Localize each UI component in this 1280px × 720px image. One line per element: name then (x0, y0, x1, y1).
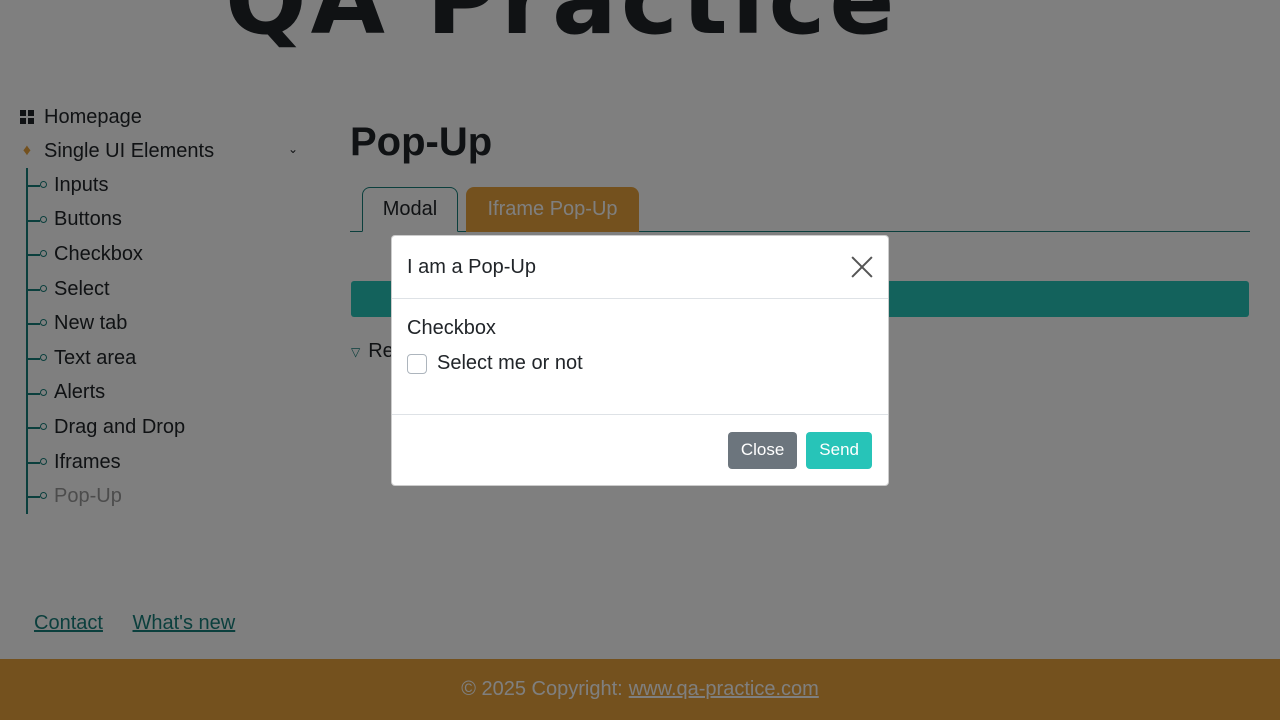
modal-header: I am a Pop-Up (392, 236, 888, 299)
select-me-checkbox[interactable] (407, 353, 427, 374)
send-button[interactable]: Send (806, 431, 872, 469)
pop-up-modal: I am a Pop-Up Checkbox Select me or not … (391, 235, 889, 486)
modal-footer: Close Send (392, 415, 888, 485)
checkbox-label[interactable]: Select me or not (437, 352, 583, 375)
close-button[interactable]: Close (727, 431, 798, 469)
close-icon[interactable] (848, 253, 876, 281)
modal-title: I am a Pop-Up (407, 255, 536, 278)
modal-body: Checkbox Select me or not (392, 299, 888, 415)
checkbox-row[interactable]: Select me or not (407, 352, 873, 375)
checkbox-heading: Checkbox (407, 317, 496, 339)
